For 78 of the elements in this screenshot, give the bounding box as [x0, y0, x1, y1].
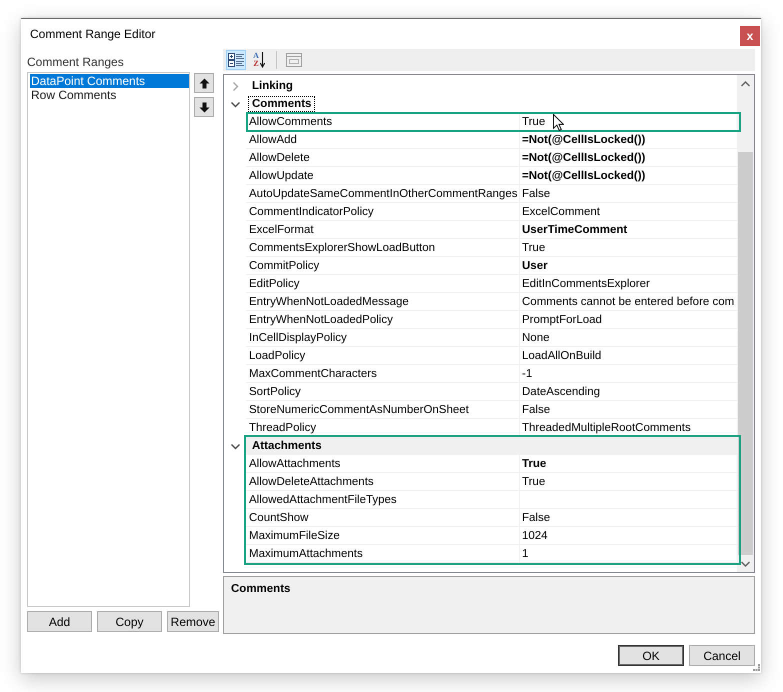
property-name: AllowDeleteAttachments [246, 473, 520, 491]
list-item[interactable]: DataPoint Comments [30, 74, 189, 88]
property-value[interactable]: LoadAllOnBuild [522, 350, 602, 362]
property-name: MaxCommentCharacters [246, 365, 520, 383]
dialog-button[interactable]: Cancel [689, 645, 755, 666]
list-item[interactable]: Row Comments [30, 88, 189, 102]
property-value[interactable]: ThreadedMultipleRootComments [522, 422, 691, 434]
categorized-list-icon [228, 52, 244, 68]
property-name: AllowComments [246, 113, 520, 131]
scroll-down-icon[interactable] [741, 560, 750, 566]
property-name: CommentsExplorerShowLoadButton [246, 239, 520, 257]
property-name: MaximumAttachments [246, 545, 520, 563]
property-name: InCellDisplayPolicy [246, 329, 520, 347]
chevron-down-icon[interactable] [230, 442, 240, 450]
property-name: CountShow [246, 509, 520, 527]
property-pages-icon [286, 53, 302, 67]
range-button[interactable]: Add [27, 611, 92, 632]
property-value[interactable]: =Not(@CellIsLocked()) [522, 170, 646, 182]
category-label[interactable]: Linking [248, 78, 297, 94]
property-value[interactable]: =Not(@CellIsLocked()) [522, 152, 646, 164]
property-value[interactable]: True [522, 116, 546, 128]
comment-ranges-list[interactable]: DataPoint Comments Row Comments [27, 72, 190, 607]
property-name: AllowAttachments [246, 455, 520, 473]
close-button[interactable]: x [740, 26, 760, 46]
property-value[interactable]: False [522, 188, 550, 200]
property-value[interactable]: EditInCommentsExplorer [522, 278, 650, 290]
category-label[interactable]: Attachments [248, 438, 326, 454]
categorized-button[interactable] [226, 50, 246, 70]
range-button[interactable]: Copy [97, 611, 162, 632]
property-value[interactable]: False [522, 404, 550, 416]
property-value[interactable]: 1024 [522, 530, 548, 542]
property-value[interactable]: True [522, 476, 546, 488]
property-name: MaximumFileSize [246, 527, 520, 545]
property-name: AllowUpdate [246, 167, 520, 185]
property-value[interactable]: =Not(@CellIsLocked()) [522, 134, 646, 146]
arrow-down-icon [198, 102, 210, 112]
scrollbar-thumb[interactable] [738, 152, 753, 555]
move-up-button[interactable] [194, 73, 214, 93]
property-name: SortPolicy [246, 383, 520, 401]
property-name: ExcelFormat [246, 221, 520, 239]
property-name: EditPolicy [246, 275, 520, 293]
window-title: Comment Range Editor [30, 27, 156, 41]
property-name: CommentIndicatorPolicy [246, 203, 520, 221]
property-name: AutoUpdateSameCommentInOtherCommentRanges [246, 185, 520, 203]
comment-ranges-label: Comment Ranges [27, 55, 124, 69]
property-value[interactable]: 1 [522, 548, 528, 560]
sort-alphabetical-button[interactable]: A Z [249, 50, 269, 70]
chevron-down-icon[interactable] [230, 100, 240, 108]
mouse-pointer-icon [553, 114, 564, 131]
dialog-button[interactable]: OK [618, 645, 684, 666]
property-value[interactable]: PromptForLoad [522, 314, 602, 326]
property-name: EntryWhenNotLoadedMessage [246, 293, 520, 311]
property-value[interactable]: DateAscending [522, 386, 600, 398]
property-name: AllowAdd [246, 131, 520, 149]
property-name: StoreNumericCommentAsNumberOnSheet [246, 401, 520, 419]
property-value[interactable]: User [522, 260, 548, 272]
range-button[interactable]: Remove [167, 611, 219, 632]
property-value[interactable]: False [522, 512, 550, 524]
property-value[interactable]: -1 [522, 368, 532, 380]
property-name: AllowDelete [246, 149, 520, 167]
property-name: CommitPolicy [246, 257, 520, 275]
property-value[interactable]: True [522, 458, 546, 470]
description-title: Comments [231, 583, 290, 595]
move-down-button[interactable] [194, 97, 214, 117]
arrow-down-icon [260, 52, 265, 68]
category-label[interactable]: Comments [248, 96, 316, 112]
property-value[interactable]: None [522, 332, 550, 344]
vertical-scrollbar[interactable] [737, 75, 754, 572]
arrow-up-icon [198, 78, 210, 88]
property-value[interactable]: ExcelComment [522, 206, 600, 218]
property-name: AllowedAttachmentFileTypes [246, 491, 520, 509]
resize-grip-icon[interactable] [753, 664, 760, 671]
property-value[interactable]: True [522, 242, 546, 254]
scroll-up-icon[interactable] [741, 80, 750, 86]
property-value[interactable]: UserTimeComment [522, 224, 628, 236]
property-value[interactable]: Comments cannot be entered before com [522, 296, 734, 308]
property-name: EntryWhenNotLoadedPolicy [246, 311, 520, 329]
property-name: LoadPolicy [246, 347, 520, 365]
